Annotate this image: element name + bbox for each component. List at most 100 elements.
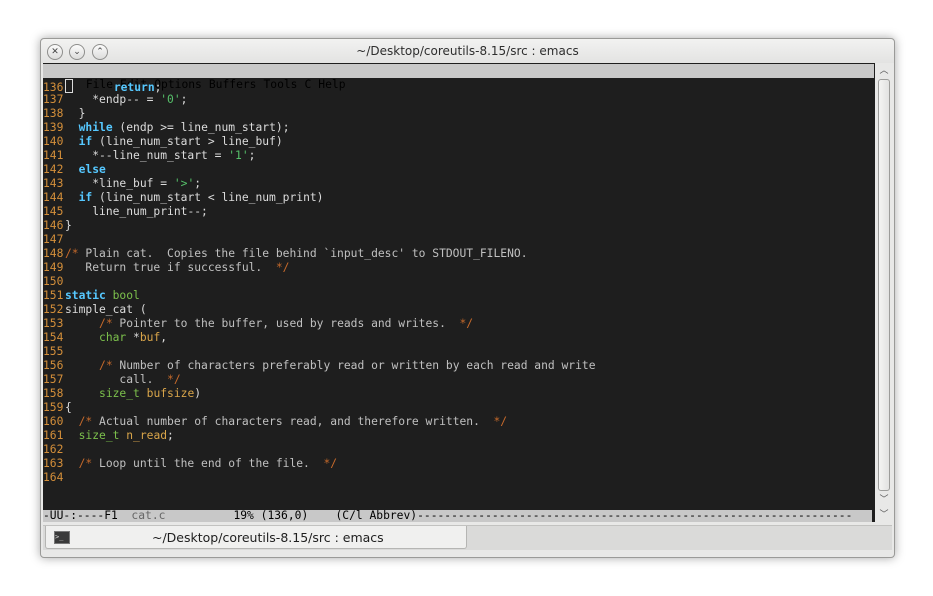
code-text: /* Pointer to the buffer, used by reads … bbox=[99, 317, 474, 330]
vertical-scrollbar[interactable]: ︿ ﹀ ﹀ bbox=[876, 65, 892, 521]
line-number: 161 bbox=[43, 429, 64, 442]
code-line[interactable]: 147 bbox=[43, 233, 875, 247]
code-text: if (line_num_start < line_num_print) bbox=[78, 191, 324, 204]
code-text: else bbox=[78, 163, 106, 176]
line-number: 142 bbox=[43, 163, 64, 176]
code-line[interactable]: 136 return; bbox=[43, 79, 875, 94]
code-line[interactable]: 160 /* Actual number of characters read,… bbox=[43, 415, 875, 429]
code-text: *--line_num_start = '1'; bbox=[65, 149, 256, 162]
emacs-frame[interactable]: File Edit Options Buffers Tools C Help 136 ret… bbox=[43, 63, 875, 522]
code-text: /* Number of characters preferably read … bbox=[99, 359, 596, 372]
code-line[interactable]: 143 *line_buf = '>'; bbox=[43, 177, 875, 191]
code-text: while (endp >= line_num_start); bbox=[78, 121, 290, 134]
code-text: Return true if successful. */ bbox=[65, 261, 290, 274]
code-text: /* Actual number of characters read, and… bbox=[78, 415, 508, 428]
code-buffer[interactable]: 136 return; 137 *endp-- = '0'; 138 } 139 wh… bbox=[43, 79, 875, 485]
line-number: 138 bbox=[43, 107, 64, 120]
line-number: 145 bbox=[43, 205, 64, 218]
code-text: size_t n_read; bbox=[78, 429, 174, 442]
text-cursor bbox=[65, 79, 73, 93]
modeline-info: 19% (136,0) (C/l Abbrev)----------------… bbox=[165, 510, 853, 522]
code-text: line_num_print--; bbox=[92, 205, 208, 218]
scrollbar-thumb[interactable] bbox=[878, 79, 890, 491]
line-number: 157 bbox=[43, 373, 64, 386]
line-number: 144 bbox=[43, 191, 64, 204]
line-number: 148 bbox=[43, 247, 64, 260]
line-number: 162 bbox=[43, 443, 64, 456]
title-bar[interactable]: ✕ ⌄ ⌃ ~/Desktop/coreutils-8.15/src : ema… bbox=[41, 39, 894, 63]
code-line[interactable]: 145 line_num_print--; bbox=[43, 205, 875, 219]
modeline-status: -UU-:----F1 bbox=[43, 510, 132, 522]
line-number: 140 bbox=[43, 135, 64, 148]
line-number: 154 bbox=[43, 331, 64, 344]
code-line[interactable]: 137 *endp-- = '0'; bbox=[43, 93, 875, 107]
code-line[interactable]: 151 static bool bbox=[43, 289, 875, 303]
line-number: 164 bbox=[43, 471, 64, 484]
line-number: 141 bbox=[43, 149, 64, 162]
tab-label: ~/Desktop/coreutils-8.15/src : emacs bbox=[152, 530, 384, 545]
line-number: 158 bbox=[43, 387, 64, 400]
code-line[interactable]: 139 while (endp >= line_num_start); bbox=[43, 121, 875, 135]
mode-line: -UU-:----F1 cat.c 19% (136,0) (C/l Abbre… bbox=[43, 510, 872, 522]
code-line[interactable]: 142 else bbox=[43, 163, 875, 177]
line-number: 159 bbox=[43, 401, 64, 414]
window-title: ~/Desktop/coreutils-8.15/src : emacs bbox=[356, 44, 579, 58]
line-number: 143 bbox=[43, 177, 64, 190]
line-number: 152 bbox=[43, 303, 64, 316]
scroll-up-icon[interactable]: ︿ bbox=[878, 66, 890, 76]
code-text: /* Plain cat. Copies the file behind `in… bbox=[65, 247, 528, 260]
line-number: 155 bbox=[43, 345, 64, 358]
code-line[interactable]: 149 Return true if successful. */ bbox=[43, 261, 875, 275]
code-text: *endp-- = '0'; bbox=[65, 93, 188, 106]
code-line[interactable]: 140 if (line_num_start > line_buf) bbox=[43, 135, 875, 149]
code-line[interactable]: 162 bbox=[43, 443, 875, 457]
terminal-icon: >_ bbox=[54, 531, 70, 544]
line-number: 156 bbox=[43, 359, 64, 372]
code-line[interactable]: 150 bbox=[43, 275, 875, 289]
code-text: } bbox=[65, 107, 86, 120]
code-line[interactable]: 148/* Plain cat. Copies the file behind … bbox=[43, 247, 875, 261]
code-line[interactable]: 158 size_t bufsize) bbox=[43, 387, 875, 401]
emacs-window: ✕ ⌄ ⌃ ~/Desktop/coreutils-8.15/src : ema… bbox=[40, 38, 895, 558]
line-number: 160 bbox=[43, 415, 64, 428]
line-number: 137 bbox=[43, 93, 64, 106]
code-line[interactable]: 146} bbox=[43, 219, 875, 233]
tab-emacs[interactable]: >_ ~/Desktop/coreutils-8.15/src : emacs bbox=[45, 526, 467, 549]
tab-bar: >_ ~/Desktop/coreutils-8.15/src : emacs bbox=[43, 525, 892, 550]
code-text: simple_cat ( bbox=[65, 303, 147, 316]
code-text: { bbox=[65, 401, 72, 414]
code-line[interactable]: 138 } bbox=[43, 107, 875, 121]
modeline-filename[interactable]: cat.c bbox=[131, 510, 165, 522]
line-number: 150 bbox=[43, 275, 64, 288]
code-text: char *buf, bbox=[99, 331, 168, 344]
code-text: if (line_num_start > line_buf) bbox=[78, 135, 283, 148]
code-line[interactable]: 159{ bbox=[43, 401, 875, 415]
scroll-down-icon[interactable]: ﹀ bbox=[878, 495, 890, 505]
line-number: 146 bbox=[43, 219, 64, 232]
code-line[interactable]: 153 /* Pointer to the buffer, used by re… bbox=[43, 317, 875, 331]
line-number: 153 bbox=[43, 317, 64, 330]
code-line[interactable]: 164 bbox=[43, 471, 875, 485]
line-number: 151 bbox=[43, 289, 64, 302]
code-line[interactable]: 144 if (line_num_start < line_num_print) bbox=[43, 191, 875, 205]
code-line[interactable]: 141 *--line_num_start = '1'; bbox=[43, 149, 875, 163]
line-number: 147 bbox=[43, 233, 64, 246]
line-number: 139 bbox=[43, 121, 64, 134]
scroll-down-icon-2[interactable]: ﹀ bbox=[878, 510, 890, 520]
code-text: call. */ bbox=[65, 373, 181, 386]
code-line[interactable]: 154 char *buf, bbox=[43, 331, 875, 345]
code-text: /* Loop until the end of the file. */ bbox=[78, 457, 338, 470]
code-text: static bool bbox=[65, 289, 140, 302]
line-number: 149 bbox=[43, 261, 64, 274]
code-line[interactable]: 152 simple_cat ( bbox=[43, 303, 875, 317]
code-text: } bbox=[65, 219, 72, 232]
code-text: *line_buf = '>'; bbox=[65, 177, 202, 190]
menu-bar: File Edit Options Buffers Tools C Help bbox=[43, 64, 874, 91]
code-line[interactable]: 161 size_t n_read; bbox=[43, 429, 875, 443]
line-number: 163 bbox=[43, 457, 64, 470]
code-text: size_t bufsize) bbox=[99, 387, 202, 400]
code-line[interactable]: 156 /* Number of characters preferably r… bbox=[43, 359, 875, 373]
code-line[interactable]: 163 /* Loop until the end of the file. *… bbox=[43, 457, 875, 471]
code-line[interactable]: 157 call. */ bbox=[43, 373, 875, 387]
code-line[interactable]: 155 bbox=[43, 345, 875, 359]
